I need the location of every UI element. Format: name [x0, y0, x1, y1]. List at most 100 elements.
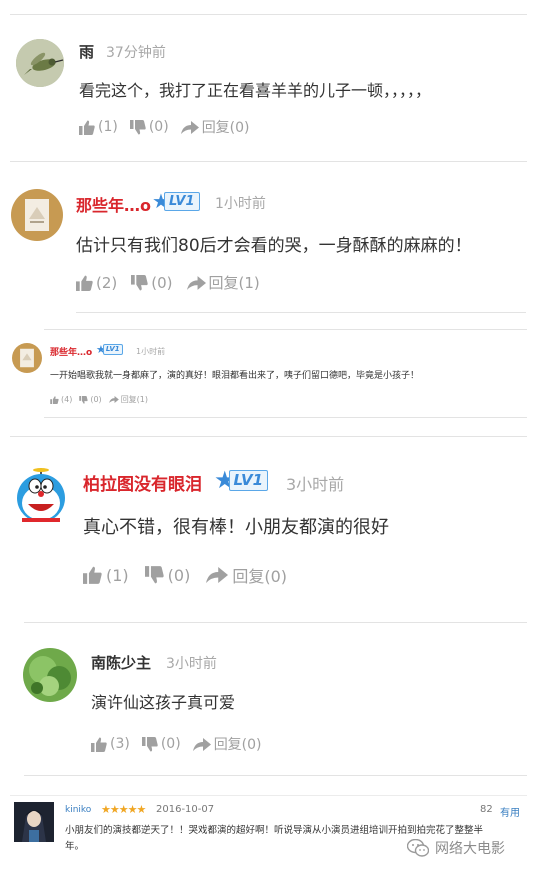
comment-text: 真心不错，很有棒！小朋友都演的很好 — [83, 517, 389, 538]
thumbs-down-icon — [129, 119, 146, 134]
dislike-button[interactable]: (0) — [144, 565, 191, 585]
review-text-line-1: 小朋友们的演技都逆天了！！哭戏都演的超好啊！听说导演从小演员进组培训开拍到拍完花… — [65, 825, 484, 836]
reply-button[interactable]: 回复(1) — [108, 394, 149, 405]
comment-time: 3小时前 — [286, 475, 345, 494]
comment-author[interactable]: 雨 — [79, 41, 94, 62]
thumbs-down-icon — [144, 566, 164, 584]
reply-label: 回复(1) — [208, 274, 260, 292]
avatar[interactable] — [16, 39, 64, 87]
dislike-button[interactable]: (0) — [131, 273, 173, 292]
dislike-count: (0) — [160, 736, 181, 752]
thumbs-up-icon — [79, 120, 95, 135]
dislike-count: (0) — [167, 565, 191, 585]
thumbs-down-icon — [131, 274, 148, 290]
comment-text: 一开始唱歌我就一身都麻了，演的真好！眼泪都看出来了，咦子们留口德吧，毕竟是小孩子… — [50, 371, 420, 381]
avatar[interactable] — [12, 343, 42, 373]
review-author[interactable]: kiniko — [65, 805, 91, 815]
hummingbird-icon — [16, 39, 64, 87]
like-count: (4) — [61, 395, 73, 404]
comment-author[interactable]: 柏拉图没有眼泪 — [83, 470, 202, 495]
comment-time: 37分钟前 — [106, 45, 166, 61]
reply-button[interactable]: 回复(1) — [186, 272, 260, 293]
reply-button[interactable]: 回复(0) — [180, 117, 250, 137]
comment-time: 1小时前 — [136, 347, 166, 356]
useful-button[interactable]: 有用 — [500, 804, 520, 819]
dislike-button[interactable]: (0) — [79, 395, 102, 404]
reply-button[interactable]: 回复(0) — [206, 563, 287, 587]
review-text-line-2: 年。 — [65, 841, 85, 852]
dislike-count: (0) — [151, 273, 173, 292]
level-label: LV1 — [163, 191, 200, 211]
thumbs-down-icon — [79, 395, 88, 404]
thumbs-up-icon — [50, 395, 59, 404]
comment-actions: (2) (0) 回复(1) — [76, 272, 260, 293]
level-label: LV1 — [228, 469, 269, 491]
divider — [24, 775, 527, 776]
thumbs-up-icon — [91, 737, 107, 752]
like-button[interactable]: (4) — [50, 395, 72, 404]
divider — [76, 312, 526, 313]
reply-arrow-icon — [206, 567, 229, 583]
comment-author[interactable]: 那些年…o — [50, 345, 92, 358]
comment-actions: (1) (0) 回复(0) — [83, 563, 287, 587]
avatar[interactable] — [11, 189, 63, 241]
doraemon-avatar-icon — [12, 466, 70, 524]
like-count: (2) — [96, 273, 118, 292]
comment-actions: (4) (0) 回复(1) — [50, 394, 148, 405]
reply-arrow-icon — [186, 275, 206, 290]
watermark-text: 网络大电影 — [435, 841, 505, 857]
reply-label: 回复(0) — [232, 567, 288, 586]
dislike-count: (0) — [90, 395, 102, 404]
comment-text: 演许仙这孩子真可爱 — [91, 693, 236, 712]
like-count: (1) — [98, 119, 118, 135]
divider — [44, 329, 527, 330]
level-badge: ★ LV1 — [214, 468, 269, 492]
divider — [10, 795, 527, 796]
thumbs-up-icon — [76, 275, 93, 291]
comment-author[interactable]: 那些年…o — [76, 192, 151, 216]
comment-actions: (1) (0) 回复(0) — [79, 117, 250, 137]
reply-arrow-icon — [180, 120, 199, 134]
reply-arrow-icon — [192, 737, 211, 751]
like-count: (1) — [106, 565, 129, 585]
reply-label: 回复(0) — [213, 737, 262, 753]
avatar[interactable] — [12, 466, 70, 524]
reply-arrow-icon — [108, 396, 119, 403]
thumbs-down-icon — [141, 736, 158, 751]
level-badge: ★ LV1 — [96, 344, 123, 355]
like-button[interactable]: (3) — [91, 736, 130, 752]
divider — [10, 161, 527, 162]
paper-card-icon — [11, 189, 63, 241]
reply-label: 回复(0) — [201, 120, 250, 136]
dislike-count: (0) — [148, 119, 169, 135]
like-button[interactable]: (2) — [76, 274, 117, 292]
comment-time: 1小时前 — [215, 196, 266, 212]
dislike-button[interactable]: (0) — [129, 119, 169, 135]
plant-avatar-icon — [23, 648, 77, 702]
comment-time: 3小时前 — [166, 656, 217, 672]
avatar[interactable] — [14, 802, 54, 842]
reply-label: 回复(1) — [120, 395, 149, 404]
divider — [44, 417, 527, 418]
like-button[interactable]: (1) — [83, 566, 129, 585]
comment-text: 看完这个，我打了正在看喜羊羊的儿子一顿，，，，， — [79, 81, 432, 100]
rating-stars: ★★★★★ — [101, 803, 146, 816]
divider — [10, 436, 527, 437]
level-badge: ★ LV1 — [152, 191, 200, 211]
thumbs-up-icon — [83, 566, 102, 584]
like-button[interactable]: (1) — [79, 119, 118, 135]
divider — [24, 622, 527, 623]
anime-character-avatar-icon — [14, 802, 54, 842]
watermark: 网络大电影 — [407, 838, 505, 858]
avatar[interactable] — [23, 648, 77, 702]
comment-actions: (3) (0) 回复(0) — [91, 734, 262, 754]
like-count: (3) — [110, 736, 130, 752]
paper-card-icon — [12, 343, 42, 373]
dislike-button[interactable]: (0) — [141, 736, 181, 752]
comment-author[interactable]: 南陈少主 — [91, 652, 151, 673]
wechat-icon — [407, 839, 429, 857]
comment-text: 估计只有我们80后才会看的哭，一身酥酥的麻麻的！ — [76, 236, 472, 256]
level-label: LV1 — [102, 344, 123, 355]
useful-count: 82 — [480, 804, 493, 815]
reply-button[interactable]: 回复(0) — [192, 734, 262, 754]
